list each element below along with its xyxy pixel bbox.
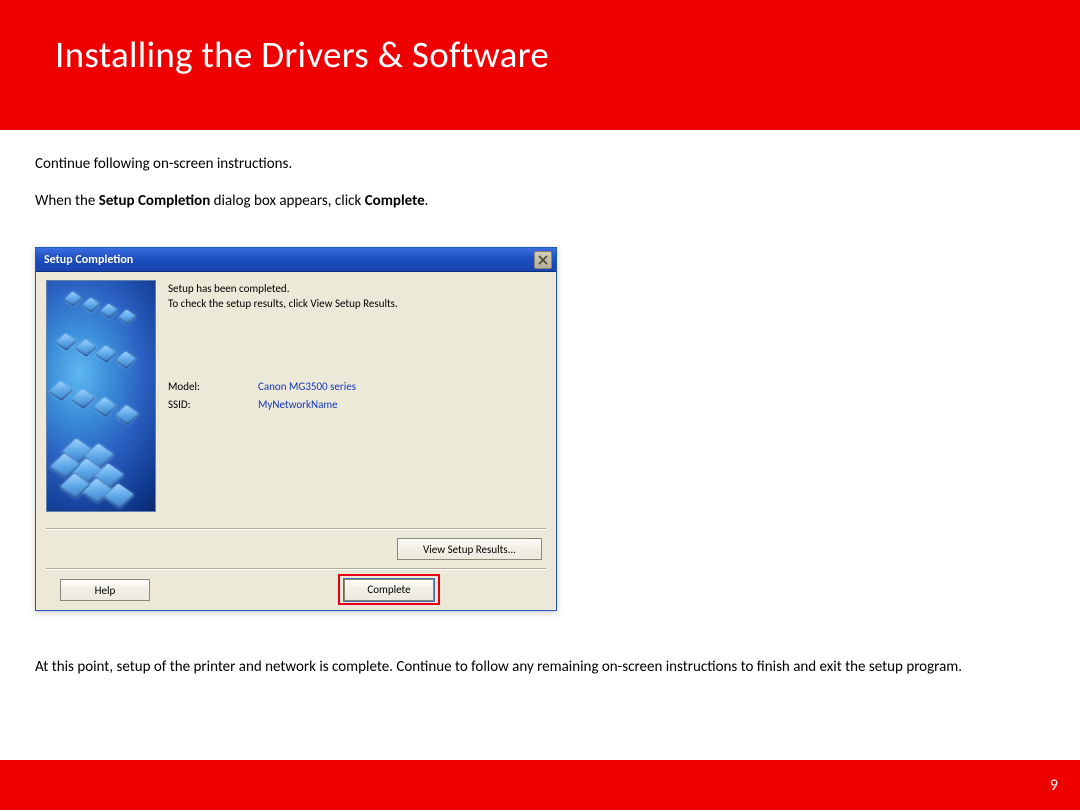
close-icon (538, 255, 548, 265)
complete-button-highlight: Complete (338, 574, 440, 605)
instr2-mid: dialog box appears, click (210, 192, 364, 210)
ssid-value: MyNetworkName (258, 398, 338, 411)
dialog-title: Setup Completion (44, 253, 534, 267)
ssid-label: SSID: (168, 398, 258, 411)
instr2-pre: When the (35, 192, 99, 210)
instruction-line-2: When the Setup Completion dialog box app… (35, 192, 428, 210)
model-row: Model: Canon MG3500 series (168, 380, 356, 393)
msg-line-1: Setup has been completed. (168, 282, 290, 295)
close-button[interactable] (534, 251, 552, 269)
dialog-titlebar[interactable]: Setup Completion (36, 248, 556, 272)
instr2-bold-1: Setup Completion (99, 192, 211, 210)
slide-header: Installing the Drivers & Software (0, 0, 1080, 130)
msg-line-2: To check the setup results, click View S… (168, 297, 398, 310)
help-button[interactable]: Help (60, 579, 150, 601)
ssid-row: SSID: MyNetworkName (168, 398, 338, 411)
view-setup-results-button[interactable]: View Setup Results... (397, 538, 542, 560)
complete-button[interactable]: Complete (344, 579, 434, 601)
page-number: 9 (1050, 776, 1058, 795)
instruction-line-1: Continue following on-screen instruction… (35, 155, 292, 173)
instr2-post: . (425, 192, 429, 210)
dialog-sidebar-graphic (46, 280, 156, 512)
divider-2 (46, 568, 546, 570)
model-value: Canon MG3500 series (258, 380, 356, 393)
dialog-message: Setup has been completed. To check the s… (168, 282, 398, 312)
model-label: Model: (168, 380, 258, 393)
slide-title: Installing the Drivers & Software (55, 32, 549, 77)
slide-body: Continue following on-screen instruction… (0, 130, 1080, 760)
closing-paragraph: At this point, setup of the printer and … (35, 657, 1045, 677)
setup-completion-dialog: Setup Completion (35, 247, 557, 611)
instr2-bold-2: Complete (365, 192, 425, 210)
dialog-body: Setup has been completed. To check the s… (36, 272, 556, 610)
divider-1 (46, 528, 546, 530)
